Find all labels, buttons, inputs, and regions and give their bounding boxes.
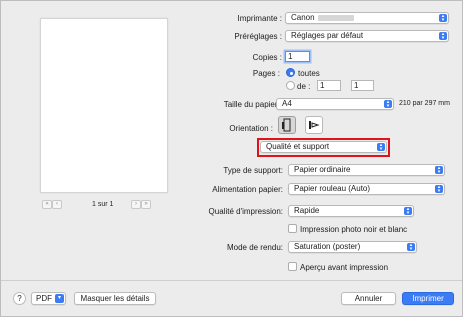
cancel-button[interactable]: Annuler xyxy=(341,292,396,305)
pages-all-radio[interactable] xyxy=(286,68,295,77)
pdf-menu-button[interactable]: PDF ▾ xyxy=(31,292,66,305)
media-type-value: Papier ordinaire xyxy=(294,165,351,174)
first-page-button[interactable]: « xyxy=(42,200,52,209)
media-type-popup[interactable]: Papier ordinaire ▴ ▾ xyxy=(288,164,445,176)
chevron-updown-icon: ▴ ▾ xyxy=(439,14,447,23)
pages-label: Pages : xyxy=(252,69,280,78)
render-mode-popup[interactable]: Saturation (poster) ▴ ▾ xyxy=(288,241,417,253)
pages-from-field[interactable]: 1 xyxy=(317,80,341,91)
media-type-label: Type de support: xyxy=(223,166,283,175)
preview-checkbox[interactable] xyxy=(288,262,297,271)
landscape-orientation-button[interactable] xyxy=(305,116,323,134)
help-button[interactable]: ? xyxy=(13,292,26,305)
orientation-label: Orientation : xyxy=(229,124,273,133)
hide-details-button[interactable]: Masquer les détails xyxy=(74,292,156,305)
printer-popup[interactable]: Canon ▴ ▾ xyxy=(285,12,449,24)
copies-label: Copies : xyxy=(252,53,282,62)
page-counter: 1 sur 1 xyxy=(92,201,114,208)
grayscale-checkbox[interactable] xyxy=(288,224,297,233)
redacted-printer-model xyxy=(317,14,354,21)
paper-feed-popup[interactable]: Papier rouleau (Auto) ▴ ▾ xyxy=(288,183,445,195)
paper-feed-label: Alimentation papier: xyxy=(212,185,283,194)
landscape-icon xyxy=(309,121,320,129)
chevron-updown-icon: ▴ ▾ xyxy=(404,207,412,216)
print-preview xyxy=(40,18,168,193)
pages-to-field[interactable]: 1 xyxy=(351,80,374,91)
portrait-orientation-button[interactable] xyxy=(278,116,296,134)
presets-value: Réglages par défaut xyxy=(291,31,364,40)
paper-size-value: A4 xyxy=(282,99,292,108)
previous-page-button[interactable]: ‹ xyxy=(52,200,62,209)
render-mode-value: Saturation (poster) xyxy=(294,242,361,251)
chevron-updown-icon: ▴ ▾ xyxy=(435,166,443,175)
highlight-box xyxy=(257,138,390,157)
portrait-icon xyxy=(282,118,291,132)
print-quality-popup[interactable]: Rapide ▴ ▾ xyxy=(288,205,414,217)
grayscale-label: Impression photo noir et blanc xyxy=(300,225,408,234)
paper-size-popup[interactable]: A4 ▴ ▾ xyxy=(276,98,394,110)
chevron-updown-icon: ▴ ▾ xyxy=(384,100,392,109)
next-page-button[interactable]: › xyxy=(131,200,141,209)
chevron-down-icon: ▾ xyxy=(55,294,64,303)
presets-popup[interactable]: Réglages par défaut ▴ ▾ xyxy=(285,30,449,42)
render-mode-label: Mode de rendu: xyxy=(226,243,283,252)
pages-range-radio[interactable] xyxy=(286,81,295,90)
printer-label: Imprimante : xyxy=(237,14,282,23)
chevron-updown-icon: ▴ ▾ xyxy=(439,32,447,41)
print-quality-value: Rapide xyxy=(294,206,320,215)
chevron-updown-icon: ▴ ▾ xyxy=(435,185,443,194)
chevron-updown-icon: ▴ ▾ xyxy=(407,243,415,252)
presets-label: Préréglages : xyxy=(234,32,282,41)
pages-all-label: toutes xyxy=(298,69,320,78)
print-button[interactable]: Imprimer xyxy=(402,292,454,305)
pages-from-label: de : xyxy=(297,82,311,91)
preview-check-label: Aperçu avant impression xyxy=(300,263,389,272)
print-quality-label: Qualité d'impression: xyxy=(208,207,283,216)
pdf-label: PDF xyxy=(36,294,52,303)
paper-size-label: Taille du papier : xyxy=(223,100,282,109)
paper-feed-value: Papier rouleau (Auto) xyxy=(294,184,371,193)
copies-field[interactable]: 1 xyxy=(285,51,310,62)
paper-dimensions: 210 par 297 mm xyxy=(399,100,450,107)
last-page-button[interactable]: » xyxy=(141,200,151,209)
printer-value: Canon xyxy=(291,13,315,22)
